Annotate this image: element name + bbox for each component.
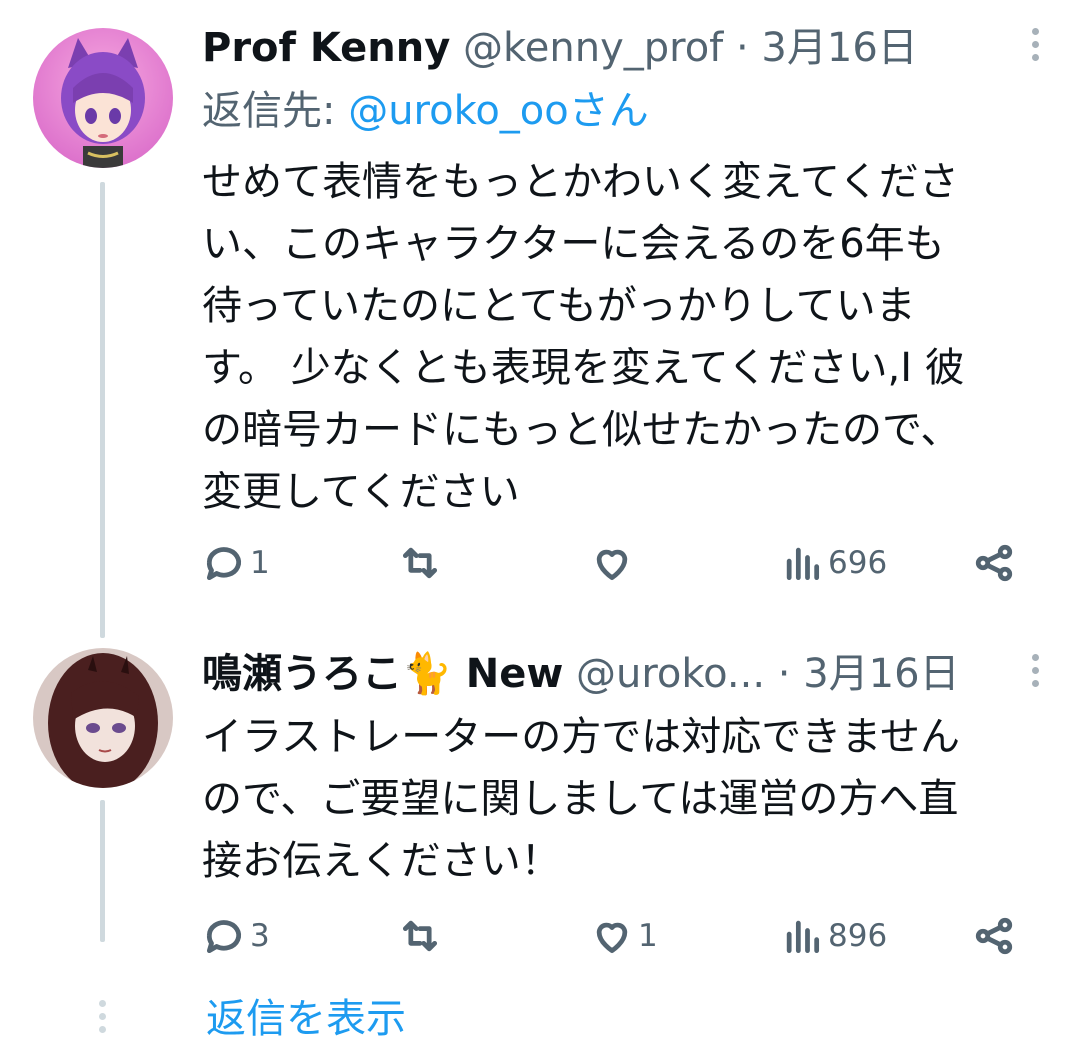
reply-count: 1: [250, 545, 270, 581]
views-icon: [786, 547, 820, 581]
reply-count: 3: [250, 918, 270, 954]
like-icon: [596, 549, 628, 581]
action-bar: 3 1 896: [202, 911, 1022, 961]
like-icon: [596, 922, 628, 954]
tweet-text-line: 待っていたのにとてもがっかりしていま: [202, 283, 916, 329]
avatar-uroko[interactable]: [33, 648, 173, 788]
avatar-image: [33, 648, 173, 788]
thread-line: [100, 182, 105, 638]
separator-dot: ·: [777, 651, 791, 697]
more-icon[interactable]: [1032, 28, 1042, 67]
tweet-1[interactable]: Prof Kenny @kenny_prof · 3月16日 返信先: @uro…: [0, 0, 1080, 640]
tweet-text: せめて表情をもっとかわいく変えてくださ い、このキャラクターに会えるのを6年も …: [202, 151, 1042, 523]
like-button[interactable]: [590, 538, 638, 588]
reply-mention-link[interactable]: @uroko_ooさん: [348, 88, 649, 134]
reply-button[interactable]: 1: [202, 538, 270, 588]
views-count: 896: [828, 918, 888, 954]
show-replies-link[interactable]: 返信を表示: [206, 993, 406, 1045]
more-icon[interactable]: [1032, 654, 1042, 693]
like-button[interactable]: 1: [590, 911, 658, 961]
retweet-icon: [402, 547, 438, 579]
like-count: 1: [638, 918, 658, 954]
thread-line: [100, 800, 105, 942]
avatar-image: [33, 28, 173, 168]
user-handle[interactable]: @kenny_prof: [463, 25, 723, 71]
share-button[interactable]: [972, 911, 1016, 961]
tweet-text: イラストレーターの方では対応できません ので、ご要望に関しましては運営の方へ直 …: [202, 706, 1042, 892]
tweet-2[interactable]: 鳴瀬うろこ🐈 New @uroko... · 3月16日 イラストレーターの方で…: [0, 640, 1080, 980]
tweet-text-line: イラストレーターの方では対応できません: [202, 714, 960, 760]
reply-icon: [206, 920, 241, 954]
tweet-text-line: す。 少なくとも表現を変えてください,I 彼: [202, 345, 965, 391]
tweet-text-line: 変更してください: [202, 469, 520, 515]
share-icon: [975, 544, 1013, 582]
views-button[interactable]: 896: [780, 911, 887, 961]
share-button[interactable]: [972, 538, 1016, 588]
tweet-date[interactable]: 3月16日: [803, 651, 959, 697]
display-name[interactable]: Prof Kenny: [202, 25, 450, 71]
tweet-text-line: ので、ご要望に関しましては運営の方へ直: [202, 776, 959, 822]
tweet-text-line: の暗号カードにもっと似せたかったので、: [202, 407, 961, 453]
user-handle[interactable]: @uroko...: [576, 651, 765, 697]
share-icon: [975, 917, 1013, 955]
retweet-icon: [402, 920, 438, 952]
views-button[interactable]: 696: [780, 538, 887, 588]
retweet-button[interactable]: [398, 911, 446, 961]
views-icon: [786, 920, 820, 954]
separator-dot: ·: [735, 25, 749, 71]
tweet-header: Prof Kenny @kenny_prof · 3月16日: [202, 22, 1000, 74]
views-count: 696: [828, 545, 888, 581]
reply-to-line: 返信先: @uroko_ooさん: [202, 85, 649, 137]
tweet-date[interactable]: 3月16日: [761, 25, 917, 71]
tweet-header: 鳴瀬うろこ🐈 New @uroko... · 3月16日: [202, 648, 1000, 700]
thread-continuation-dots: [99, 1000, 106, 1039]
tweet-text-line: せめて表情をもっとかわいく変えてくださ: [202, 159, 959, 205]
action-bar: 1 696: [202, 538, 1022, 588]
reply-icon: [206, 547, 241, 581]
tweet-text-line: 接お伝えください！: [202, 838, 561, 884]
reply-to-label: 返信先:: [202, 88, 349, 134]
display-name[interactable]: 鳴瀬うろこ🐈 New: [202, 651, 563, 697]
reply-button[interactable]: 3: [202, 911, 270, 961]
tweet-text-line: い、このキャラクターに会えるのを6年も: [202, 221, 945, 267]
avatar-prof-kenny[interactable]: [33, 28, 173, 168]
retweet-button[interactable]: [398, 538, 446, 588]
